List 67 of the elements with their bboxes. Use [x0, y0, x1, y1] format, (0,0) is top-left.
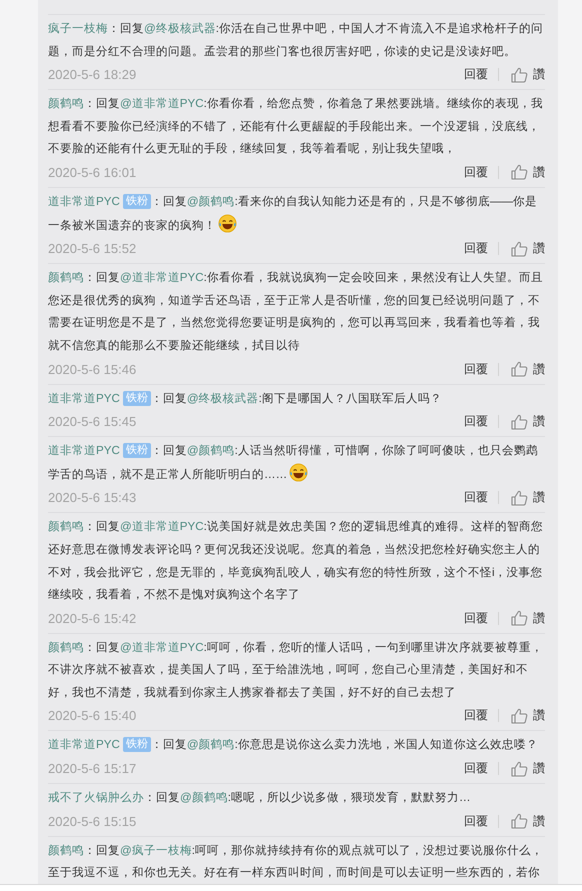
like-button[interactable]: 讚 — [509, 707, 545, 724]
reply-link[interactable]: 回覆 — [464, 240, 488, 258]
username-link[interactable]: 道非常道PYC — [48, 738, 120, 752]
comment-text: 疯子一枝梅：回复@终极核武器:你活在自己世界中吧，中国人才不肯流入不是追求枪杆子的问题，而是分红不合理的问题。孟尝君的那些门客也很厉害好吧，你读的史记是没读好吧。 — [48, 21, 544, 60]
comment-text: 道非常道PYC 铁粉 ：回复@终极核武器:阁下是哪国人？八国联军后人吗？ — [48, 390, 443, 408]
comment-time: 2020-5-6 15:43 — [48, 490, 138, 506]
reply-link[interactable]: 回覆 — [464, 360, 488, 378]
username-link[interactable]: 颜鹤鸣 — [48, 271, 84, 284]
comment-time: 2020-5-6 15:17 — [48, 761, 138, 776]
comment-time: 2020-5-6 15:15 — [48, 814, 138, 829]
comment-time: 2020-5-6 15:46 — [48, 362, 138, 377]
comment-text: 颜鹤鸣：回复@道非常道PYC:你看你看，我就说疯狗一定会咬回来，果然没有让人失望。而且您还是很优秀的疯狗，知道学舌还鸟语，至于正常人是否听懂，您的回复已经说明问题了，不需要在证明您是不是了，当然您觉得您要证明是疯狗的，您可以再骂回来，我看着也等着，我就不信您真的能那么不要脸还能继续，拭目以待 — [48, 270, 544, 354]
comment-time: 2020-5-6 15:40 — [48, 708, 138, 724]
reply-link[interactable]: 回覆 — [464, 812, 488, 830]
comment-text: 道非常道PYC 铁粉 ：回复@颜鹤鸣:看来你的自我认知能力还是有的，只是不够彻底——你是一条被米国遗弃的丧家的疯狗！ — [48, 192, 538, 235]
mention-link[interactable]: @道非常道PYC — [120, 271, 204, 284]
like-button[interactable]: 讚 — [509, 413, 545, 430]
comment-text: 戒不了火锅肿么办：回复@颜鹤鸣:嗯呢，所以少说多做，猥琐发育，默默努力… — [48, 790, 472, 806]
mention-link[interactable]: @颜鹤鸣 — [186, 444, 235, 458]
reply-link[interactable]: 回覆 — [464, 489, 488, 506]
fan-badge: 铁粉 — [122, 737, 151, 752]
reply-link[interactable]: 回覆 — [464, 760, 488, 778]
comment-text: 颜鹤鸣：回复@道非常道PYC:呵呵，你看，您听的懂人话吗，一句到哪里讲次序就要被尊重，不讲次序就不被喜欢，提美国人了吗，至于给誰洗地，呵呵，您自己心里清楚，美国好和不好，我也不清楚，我就看到你家主人携家眷都去了美国，好不好的自己去想了 — [48, 640, 544, 701]
like-button[interactable]: 讚 — [509, 812, 545, 830]
mention-link[interactable]: @颜鹤鸣 — [186, 194, 235, 208]
like-button[interactable]: 讚 — [509, 240, 545, 258]
mention-link[interactable]: @终极核武器 — [144, 22, 216, 35]
username-link[interactable]: 颜鹤鸣 — [48, 844, 84, 857]
username-link[interactable]: 道非常道PYC — [48, 444, 120, 458]
username-link[interactable]: 道非常道PYC — [48, 392, 120, 405]
reply-link[interactable]: 回覆 — [464, 66, 488, 84]
comment-text: 颜鹤鸣：回复@道非常道PYC:你看你看，给您点赞，你着急了果然要跳墙。继续你的表现，我想看看不要脸你已经演绎的不错了，还能有什么更龌龊的手段能出来。一个没逻辑，没底线，不要脸的还能有什么更无耻的手段，继续回复，我等着看呢，别让我失望哦， — [48, 96, 544, 158]
comment-text: 道非常道PYC 铁粉 ：回复@颜鹤鸣:你意思是说你这么卖力洗地，米国人知道你这么效忠喽？ — [48, 736, 539, 754]
like-button[interactable]: 讚 — [509, 610, 545, 627]
reply-link[interactable]: 回覆 — [464, 610, 488, 627]
reply-link[interactable]: 回覆 — [464, 707, 488, 724]
like-button[interactable]: 讚 — [509, 489, 545, 506]
like-button[interactable]: 讚 — [509, 66, 545, 84]
like-button[interactable]: 讚 — [509, 164, 545, 181]
mention-link[interactable]: @终极核武器 — [186, 392, 259, 405]
comment-time: 2020-5-6 15:42 — [48, 610, 138, 626]
username-link[interactable]: 颜鹤鸣 — [48, 520, 84, 534]
comment-time: 2020-5-6 18:29 — [48, 67, 138, 82]
like-button[interactable]: 讚 — [509, 760, 545, 778]
username-link[interactable]: 颜鹤鸣 — [48, 640, 84, 654]
comment-text: 颜鹤鸣：回复@道非常道PYC:说美国好就是效忠美国？您的逻辑思维真的难得。这样的智商您还好意思在微博发表评论吗？更何况我还没说呢。您真的着急，当然没把您栓好确实您主人的不对，我会批评它，您是无罪的，毕竟疯狗乱咬人，确实有您的特性所致，这个不怪i，没事您继续咬，我看着，不然不是愧对疯狗这个名字了 — [48, 519, 544, 604]
comment-time: 2020-5-6 15:52 — [48, 241, 138, 256]
mention-link[interactable]: @道非常道PYC — [120, 520, 204, 534]
mention-link[interactable]: @颜鹤鸣 — [186, 738, 235, 752]
fan-badge: 铁粉 — [122, 194, 151, 209]
username-link[interactable]: 戒不了火锅肿么办 — [48, 791, 144, 804]
fan-badge: 铁粉 — [122, 443, 151, 458]
mention-link[interactable]: @疯子一枝梅 — [120, 844, 192, 857]
mention-link[interactable]: @道非常道PYC — [120, 97, 204, 110]
comment-time: 2020-5-6 15:45 — [48, 414, 138, 430]
mention-link[interactable]: @颜鹤鸣 — [180, 791, 228, 804]
reply-link[interactable]: 回覆 — [464, 413, 488, 430]
comment-text: 颜鹤鸣：回复@疯子一枝梅:呵呵，那你就持续持有你的观点就可以了，没想过要说服你什么，至于我逗不逗，和你也无关。好在有一样东西叫时间，而时间是可以去证明一些东西的，若你 — [48, 842, 544, 882]
mention-link[interactable]: @道非常道PYC — [120, 640, 204, 654]
comment-text: 道非常道PYC 铁粉 ：回复@颜鹤鸣:人话当然听得懂，可惜啊，你除了呵呵傻呋，也只会鹦鹉学舌的鸟语，就不是正常人所能听明白的…… — [48, 442, 539, 484]
reply-link[interactable]: 回覆 — [464, 164, 488, 181]
username-link[interactable]: 道非常道PYC — [48, 194, 120, 208]
username-link[interactable]: 颜鹤鸣 — [48, 97, 84, 110]
fan-badge: 铁粉 — [122, 390, 151, 406]
comment-time: 2020-5-6 16:01 — [48, 164, 138, 180]
username-link[interactable]: 疯子一枝梅 — [48, 22, 108, 35]
like-button[interactable]: 讚 — [509, 360, 545, 378]
